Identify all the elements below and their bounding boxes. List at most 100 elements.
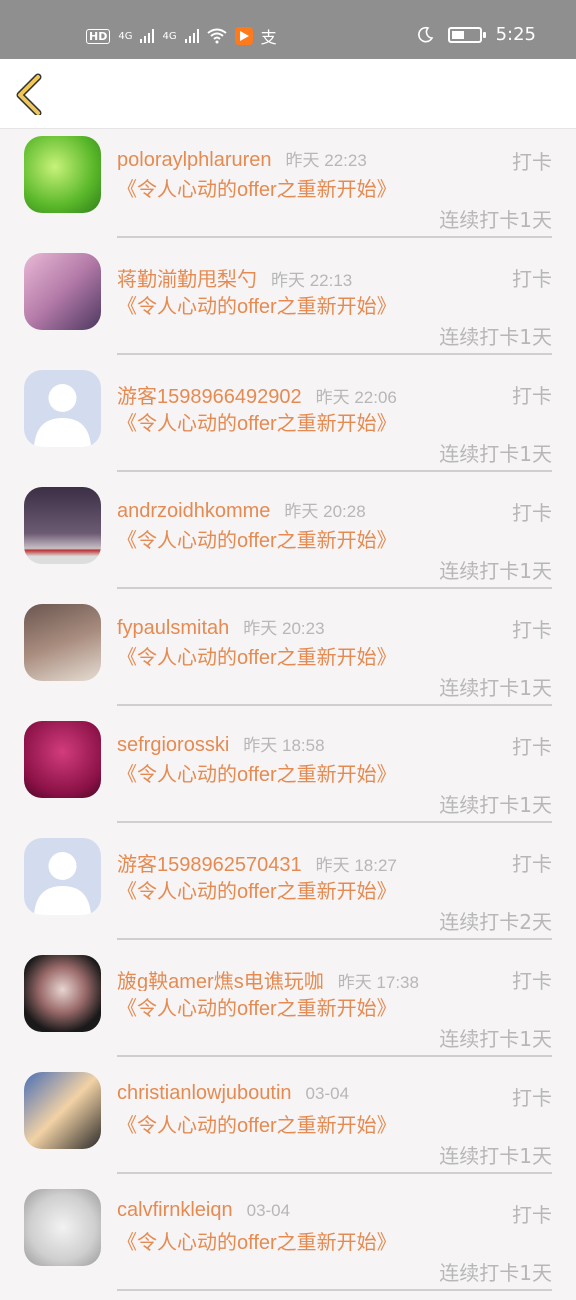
divider	[117, 470, 552, 472]
status-left: HD 4G 4G 支	[86, 24, 277, 48]
post-time: 昨天 22:23	[285, 151, 367, 170]
list-item[interactable]: sefrgiorosski 昨天 18:58 打卡 《令人心动的offer之重新开…	[0, 715, 576, 832]
battery-icon	[447, 26, 486, 43]
wifi-icon	[206, 28, 227, 44]
divider	[117, 821, 552, 823]
hd-icon: HD	[86, 28, 111, 44]
user-name[interactable]: andrzoidhkomme	[117, 500, 270, 522]
show-title[interactable]: 《令人心动的offer之重新开始》	[117, 878, 407, 907]
post-time: 昨天 20:23	[243, 619, 325, 638]
streak-count: 连续打卡1天	[439, 1027, 552, 1051]
name-line: andrzoidhkomme 昨天 20:28	[117, 497, 427, 523]
status-bar: HD 4G 4G 支 5:25	[0, 0, 576, 59]
user-name[interactable]: 旇g鞅amer燋s电谯玩咖	[117, 971, 324, 991]
show-title[interactable]: 《令人心动的offer之重新开始》	[117, 644, 407, 673]
show-title[interactable]: 《令人心动的offer之重新开始》	[117, 176, 407, 205]
name-line: 旇g鞅amer燋s电谯玩咖 昨天 17:38	[117, 965, 427, 991]
list-item[interactable]: 蒋勤湔勤甩梨勺 昨天 22:13 打卡 《令人心动的offer之重新开始》 连续打…	[0, 247, 576, 364]
list-item[interactable]: fypaulsmitah 昨天 20:23 打卡 《令人心动的offer之重新开始…	[0, 598, 576, 715]
girl-portrait-avatar[interactable]	[24, 487, 101, 564]
chair-figure-avatar[interactable]	[24, 1189, 101, 1266]
app-icon	[234, 27, 253, 45]
streak-count: 连续打卡1天	[439, 676, 552, 700]
show-title[interactable]: 《令人心动的offer之重新开始》	[117, 995, 407, 1024]
divider	[117, 938, 552, 940]
name-line: christianlowjuboutin 03-04	[117, 1082, 427, 1108]
name-line: 游客1598962570431 昨天 18:27	[117, 848, 427, 874]
divider	[117, 1172, 552, 1174]
checkin-button[interactable]: 打卡	[512, 965, 552, 994]
list-item[interactable]: 游客1598966492902 昨天 22:06 打卡 《令人心动的offer之重…	[0, 364, 576, 481]
default-user-avatar[interactable]	[24, 370, 101, 447]
show-title[interactable]: 《令人心动的offer之重新开始》	[117, 410, 407, 439]
checkin-button[interactable]: 打卡	[512, 731, 552, 760]
pink-hair-avatar[interactable]	[24, 253, 101, 330]
streak-count: 连续打卡1天	[439, 1261, 552, 1285]
back-chevron-icon[interactable]	[10, 71, 54, 115]
signal-bars-icon	[184, 29, 199, 43]
post-time: 昨天 22:06	[315, 388, 397, 406]
checkin-button[interactable]: 打卡	[512, 380, 552, 409]
post-time: 昨天 18:58	[243, 736, 325, 755]
post-time: 昨天 17:38	[337, 973, 419, 991]
post-time: 昨天 22:13	[271, 271, 353, 289]
divider	[117, 236, 552, 238]
checkin-button[interactable]: 打卡	[512, 848, 552, 877]
show-title[interactable]: 《令人心动的offer之重新开始》	[117, 293, 407, 322]
face-paint-avatar[interactable]	[24, 955, 101, 1032]
show-title[interactable]: 《令人心动的offer之重新开始》	[117, 527, 407, 556]
streak-count: 连续打卡1天	[439, 325, 552, 349]
divider	[117, 587, 552, 589]
user-name[interactable]: christianlowjuboutin	[117, 1082, 292, 1104]
checkin-button[interactable]: 打卡	[512, 497, 552, 526]
streak-count: 连续打卡1天	[439, 442, 552, 466]
signal-bars-icon	[140, 29, 155, 43]
user-name[interactable]: sefrgiorosski	[117, 734, 229, 756]
default-user-icon	[34, 384, 91, 447]
magenta-poster-avatar[interactable]	[24, 721, 101, 798]
streak-count: 连续打卡1天	[439, 793, 552, 817]
checkin-button[interactable]: 打卡	[512, 263, 552, 292]
post-time: 03-04	[305, 1084, 350, 1103]
list-item[interactable]: calvfirnkleiqn 03-04 打卡 《令人心动的offer之重新开始》…	[0, 1183, 576, 1300]
default-user-icon	[34, 852, 91, 915]
list-item[interactable]: 旇g鞅amer燋s电谯玩咖 昨天 17:38 打卡 《令人心动的offer之重新开…	[0, 949, 576, 1066]
streak-count: 连续打卡1天	[439, 208, 552, 232]
user-name[interactable]: 蒋勤湔勤甩梨勺	[117, 269, 257, 289]
show-title[interactable]: 《令人心动的offer之重新开始》	[117, 761, 407, 790]
status-time: 5:25	[495, 24, 536, 45]
streak-count: 连续打卡1天	[439, 559, 552, 583]
list-item[interactable]: 游客1598962570431 昨天 18:27 打卡 《令人心动的offer之重…	[0, 832, 576, 949]
user-name[interactable]: 游客1598966492902	[117, 386, 302, 406]
streak-count: 连续打卡2天	[439, 910, 552, 934]
checkin-button[interactable]: 打卡	[512, 1199, 552, 1228]
checkin-button[interactable]: 打卡	[512, 614, 552, 643]
list-item[interactable]: poloraylphlaruren 昨天 22:23 打卡 《令人心动的offer…	[0, 130, 576, 247]
post-time: 03-04	[246, 1201, 291, 1220]
list-item[interactable]: andrzoidhkomme 昨天 20:28 打卡 《令人心动的offer之重新…	[0, 481, 576, 598]
name-line: calvfirnkleiqn 03-04	[117, 1199, 427, 1225]
checkin-button[interactable]: 打卡	[512, 146, 552, 175]
woman-fur-avatar[interactable]	[24, 604, 101, 681]
name-line: sefrgiorosski 昨天 18:58	[117, 731, 427, 757]
default-user-avatar[interactable]	[24, 838, 101, 915]
alipay-icon: 支	[260, 28, 277, 47]
checkin-button[interactable]: 打卡	[512, 1082, 552, 1111]
user-name[interactable]: fypaulsmitah	[117, 617, 229, 639]
streak-count: 连续打卡1天	[439, 1144, 552, 1168]
post-time: 昨天 20:28	[284, 502, 366, 521]
name-line: fypaulsmitah 昨天 20:23	[117, 614, 427, 640]
user-name[interactable]: 游客1598962570431	[117, 854, 302, 874]
green-leaf-avatar[interactable]	[24, 136, 101, 213]
moon-icon	[417, 26, 433, 42]
show-title[interactable]: 《令人心动的offer之重新开始》	[117, 1229, 407, 1258]
name-line: poloraylphlaruren 昨天 22:23	[117, 146, 427, 172]
divider	[117, 353, 552, 355]
anime-avatar[interactable]	[24, 1072, 101, 1149]
show-title[interactable]: 《令人心动的offer之重新开始》	[117, 1112, 407, 1141]
user-name[interactable]: calvfirnkleiqn	[117, 1199, 233, 1221]
user-name[interactable]: poloraylphlaruren	[117, 149, 272, 171]
status-right: 5:25	[416, 24, 536, 45]
divider	[117, 1289, 552, 1291]
list-item[interactable]: christianlowjuboutin 03-04 打卡 《令人心动的offer…	[0, 1066, 576, 1183]
